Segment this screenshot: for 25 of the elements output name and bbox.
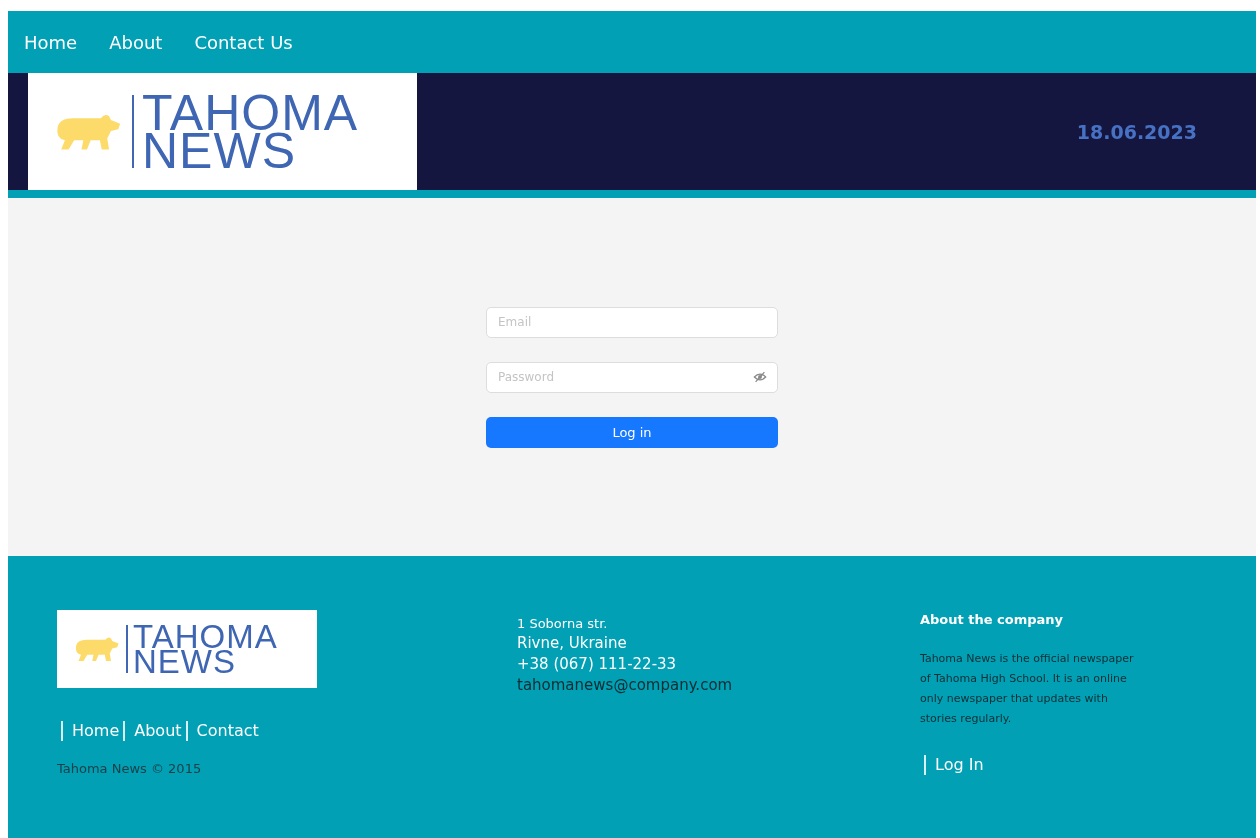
login-button[interactable]: Log in: [486, 416, 778, 448]
section-title: About the company: [920, 612, 1064, 627]
date-text: 18.06.2023: [1076, 120, 1197, 143]
logo-text: NEWS: [142, 131, 296, 170]
nav-link[interactable]: About: [109, 31, 163, 53]
footer-link[interactable]: Home: [61, 721, 124, 741]
email-link[interactable]: tahomanews@company.com: [517, 676, 733, 694]
logo-text: TAHOMA: [142, 93, 359, 132]
logo-text: NEWS: [133, 649, 236, 674]
logo-text: TAHOMA: [133, 624, 278, 649]
footer-link[interactable]: Contact: [185, 721, 263, 741]
phone-text: +38 (067) 111-22-33: [517, 655, 677, 673]
login-link[interactable]: Log In: [924, 755, 988, 775]
address-text: 1 Soborna str.: [517, 616, 608, 631]
email-field[interactable]: Email: [486, 306, 778, 338]
copyright-text: Tahoma News © 2015: [57, 761, 202, 776]
footer-link[interactable]: About: [123, 721, 186, 741]
logo[interactable]: TAHOMA NEWS: [57, 610, 317, 688]
nav-link[interactable]: Home: [24, 31, 78, 53]
password-field[interactable]: Password: [486, 361, 778, 393]
about-paragraph: Tahoma News is the official newspaper of Tahoma High School. It is an online only newspaper that updates with stories regularly.: [920, 651, 1135, 727]
nav-link[interactable]: Contact Us: [194, 31, 293, 53]
eye-slash-icon[interactable]: [753, 369, 767, 384]
logo[interactable]: TAHOMA NEWS: [28, 73, 417, 190]
city-text: Rivne, Ukraine: [517, 634, 627, 652]
